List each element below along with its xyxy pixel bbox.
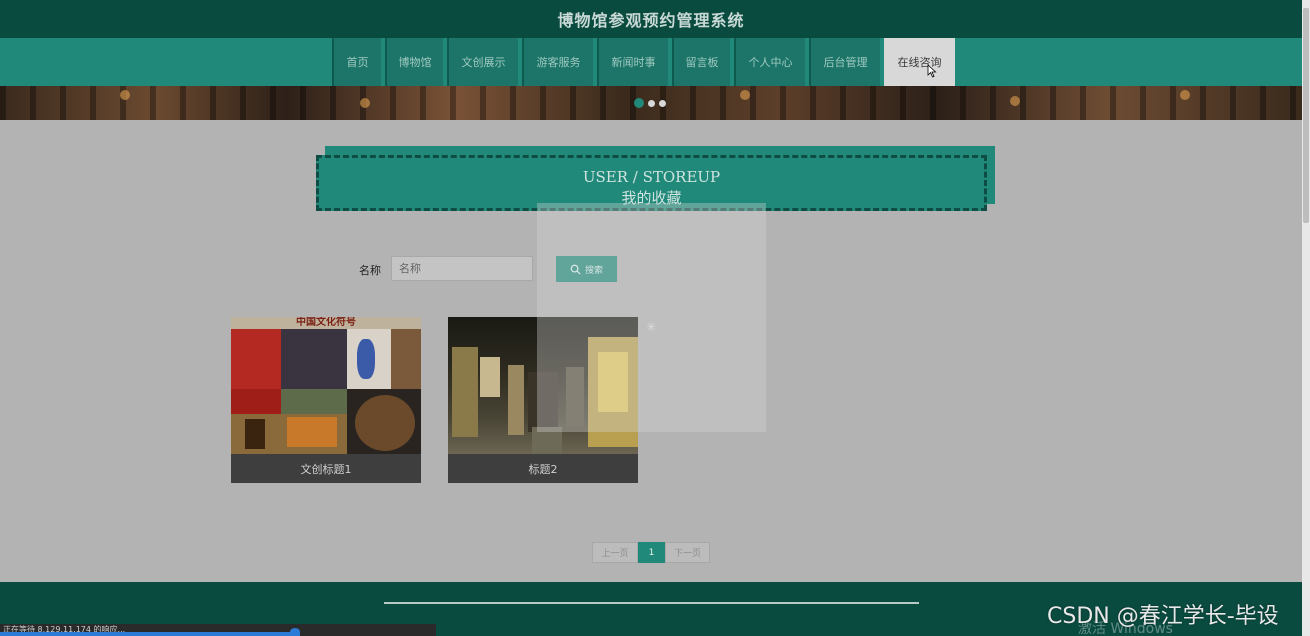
nav-item[interactable]: 游客服务 (522, 38, 593, 86)
csdn-watermark: CSDN @春江学长-毕设 (1047, 604, 1279, 629)
nav-item[interactable]: 留言板 (672, 38, 730, 86)
card-image[interactable]: 中国文化符号 (231, 317, 421, 454)
prev-page-button[interactable]: 上一页 (592, 542, 638, 563)
nav-item[interactable]: 后台管理 (809, 38, 880, 86)
main-nav-bar: 首页 博物馆 文创展示 游客服务 新闻时事 留言板 个人中心 后台管理 在线咨询 (0, 38, 1302, 86)
page-number-button[interactable]: 1 (638, 542, 665, 563)
carousel-dot[interactable] (659, 99, 666, 107)
loading-spinner-icon: ✳ (646, 320, 657, 334)
carousel-dot[interactable] (648, 99, 655, 107)
nav-item[interactable]: 文创展示 (447, 38, 518, 86)
carousel-indicators (634, 98, 666, 108)
section-title-en: USER / STOREUP (582, 168, 721, 186)
loading-progress-knob (290, 628, 300, 636)
pagination: 上一页 1 下一页 (592, 542, 710, 563)
loading-progress-bar (0, 632, 300, 636)
next-page-button[interactable]: 下一页 (665, 542, 710, 563)
search-label: 名称 (359, 264, 381, 277)
footer-divider (384, 602, 919, 604)
nav-item[interactable]: 个人中心 (734, 38, 805, 86)
favorite-card[interactable]: 中国文化符号 文创标题1 (231, 317, 421, 483)
carousel-dot[interactable] (634, 98, 644, 108)
site-header: 博物馆参观预约管理系统 (0, 0, 1302, 38)
main-nav: 首页 博物馆 文创展示 游客服务 新闻时事 留言板 个人中心 后台管理 在线咨询 (332, 38, 959, 86)
scrollbar-thumb[interactable] (1303, 8, 1309, 223)
nav-item[interactable]: 博物馆 (385, 38, 443, 86)
search-input[interactable] (391, 256, 533, 281)
nav-item[interactable]: 首页 (332, 38, 381, 86)
card-title[interactable]: 标题2 (448, 454, 638, 483)
site-title: 博物馆参观预约管理系统 (557, 11, 745, 30)
card-image-caption: 中国文化符号 (231, 317, 421, 329)
nav-item[interactable]: 在线咨询 (884, 38, 955, 86)
mouse-cursor-icon (927, 64, 937, 78)
nav-item[interactable]: 新闻时事 (597, 38, 668, 86)
loading-dialog (537, 203, 766, 432)
card-title[interactable]: 文创标题1 (231, 454, 421, 483)
